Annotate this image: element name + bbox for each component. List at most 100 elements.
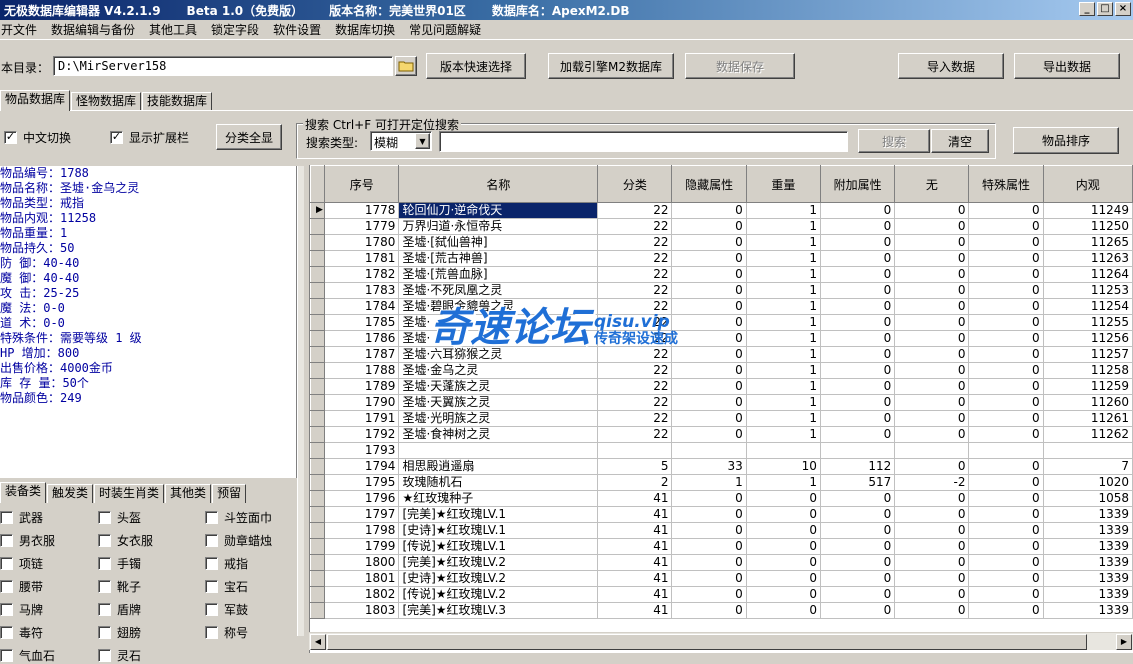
table-cell[interactable]: 0 <box>671 506 747 523</box>
table-cell[interactable]: 0 <box>671 378 747 395</box>
table-cell[interactable]: 1020 <box>1043 474 1133 491</box>
tab-trigger[interactable]: 触发类 <box>47 484 94 503</box>
table-row[interactable]: ▶ 1778 轮回仙刀·逆命伐天 22 0 1 0 0 0 11249 <box>310 202 1133 219</box>
table-cell[interactable]: 11264 <box>1043 266 1133 283</box>
table-row[interactable]: 1790 圣墟·天翼族之灵 22 0 1 0 0 0 11260 <box>310 394 1133 411</box>
table-cell[interactable]: 1793 <box>324 442 400 459</box>
table-cell[interactable]: 1 <box>746 314 821 331</box>
table-cell[interactable]: 0 <box>671 218 747 235</box>
category-all-button[interactable]: 分类全显 <box>216 124 282 150</box>
category-checkbox[interactable]: 项链 <box>0 555 43 572</box>
table-cell[interactable]: 1784 <box>324 298 400 315</box>
table-cell[interactable]: 0 <box>968 394 1044 411</box>
table-cell[interactable]: 0 <box>894 410 970 427</box>
table-cell[interactable]: 0 <box>746 490 821 507</box>
table-row[interactable]: 1792 圣墟·食神树之灵 22 0 1 0 0 0 11262 <box>310 426 1133 443</box>
table-cell[interactable]: 11257 <box>1043 346 1133 363</box>
table-cell[interactable]: 22 <box>597 346 673 363</box>
table-cell[interactable]: 22 <box>597 378 673 395</box>
table-row[interactable]: 1801 [史诗]★红玫瑰LV.2 41 0 0 0 0 0 1339 <box>310 570 1133 587</box>
table-cell[interactable]: 0 <box>820 426 896 443</box>
table-cell[interactable]: 0 <box>671 282 747 299</box>
table-row[interactable]: 1784 圣墟·碧眼金貔兽之灵 22 0 1 0 0 0 11254 <box>310 298 1133 315</box>
row-indicator[interactable] <box>310 314 325 331</box>
table-cell[interactable]: 0 <box>820 282 896 299</box>
category-checkbox[interactable]: 气血石 <box>0 647 55 664</box>
table-cell[interactable]: 1798 <box>324 522 400 539</box>
table-cell[interactable]: 0 <box>894 522 970 539</box>
table-cell[interactable]: 41 <box>597 570 673 587</box>
table-cell[interactable]: 0 <box>968 586 1044 603</box>
table-cell[interactable]: 0 <box>968 330 1044 347</box>
table-cell[interactable]: 0 <box>671 362 747 379</box>
quick-select-button[interactable]: 版本快速选择 <box>426 53 526 79</box>
menu-lock-fields[interactable]: 锁定字段 <box>210 21 266 38</box>
table-row[interactable]: 1803 [完美]★红玫瑰LV.3 41 0 0 0 0 0 1339 <box>310 602 1133 619</box>
row-indicator[interactable] <box>310 362 325 379</box>
table-row[interactable]: 1800 [完美]★红玫瑰LV.2 41 0 0 0 0 0 1339 <box>310 554 1133 571</box>
column-header[interactable]: 序号 <box>323 165 400 203</box>
menu-db-switch[interactable]: 数据库切换 <box>334 21 402 38</box>
table-cell[interactable]: 0 <box>820 554 896 571</box>
category-checkbox[interactable]: 军鼓 <box>205 601 248 618</box>
table-cell[interactable]: 圣墟·光明族之灵 <box>398 410 599 427</box>
table-cell[interactable]: 圣墟·食神树之灵 <box>398 426 599 443</box>
table-cell[interactable]: 1 <box>746 378 821 395</box>
table-cell[interactable]: 11255 <box>1043 314 1133 331</box>
table-row[interactable]: 1780 圣墟·[弑仙兽神] 22 0 1 0 0 0 11265 <box>310 234 1133 251</box>
table-row[interactable]: 1783 圣墟·不死凤凰之灵 22 0 1 0 0 0 11253 <box>310 282 1133 299</box>
table-row[interactable]: 1797 [完美]★红玫瑰LV.1 41 0 0 0 0 0 1339 <box>310 506 1133 523</box>
dir-input[interactable]: D:\MirServer158 <box>53 56 393 76</box>
table-cell[interactable]: 1787 <box>324 346 400 363</box>
table-cell[interactable]: 0 <box>820 346 896 363</box>
table-cell[interactable]: 1339 <box>1043 506 1133 523</box>
table-cell[interactable]: 圣墟·天翼族之灵 <box>398 394 599 411</box>
search-input[interactable] <box>439 131 848 152</box>
table-cell[interactable] <box>968 442 1044 459</box>
category-checkbox[interactable]: 武器 <box>0 509 43 526</box>
table-cell[interactable]: 1801 <box>324 570 400 587</box>
table-cell[interactable]: 0 <box>968 602 1044 619</box>
table-cell[interactable]: 0 <box>968 346 1044 363</box>
table-cell[interactable]: 0 <box>671 522 747 539</box>
scroll-left-icon[interactable]: ◀ <box>310 634 326 650</box>
table-row[interactable]: 1782 圣墟·[荒兽血脉] 22 0 1 0 0 0 11264 <box>310 266 1133 283</box>
table-cell[interactable]: 0 <box>894 218 970 235</box>
table-cell[interactable]: 11263 <box>1043 250 1133 267</box>
close-button[interactable]: × <box>1115 2 1131 16</box>
table-cell[interactable]: 1 <box>746 474 821 491</box>
export-data-button[interactable]: 导出数据 <box>1014 53 1120 79</box>
table-cell[interactable]: 22 <box>597 426 673 443</box>
table-cell[interactable]: 0 <box>968 378 1044 395</box>
table-row[interactable]: 1799 [传说]★红玫瑰LV.1 41 0 0 0 0 0 1339 <box>310 538 1133 555</box>
category-checkbox[interactable]: 称号 <box>205 624 248 641</box>
table-cell[interactable]: 0 <box>746 570 821 587</box>
row-indicator[interactable] <box>310 394 325 411</box>
table-cell[interactable]: 0 <box>671 250 747 267</box>
category-checkbox[interactable]: 马牌 <box>0 601 43 618</box>
table-cell[interactable]: 7 <box>1043 458 1133 475</box>
table-cell[interactable]: [传说]★红玫瑰LV.2 <box>398 586 599 603</box>
table-cell[interactable]: 0 <box>894 234 970 251</box>
table-cell[interactable]: 5 <box>597 458 673 475</box>
table-cell[interactable]: [史诗]★红玫瑰LV.1 <box>398 522 599 539</box>
table-cell[interactable]: 0 <box>820 314 896 331</box>
column-header[interactable]: 隐藏属性 <box>671 165 747 203</box>
category-checkbox[interactable]: 斗笠面巾 <box>205 509 272 526</box>
table-cell[interactable]: 22 <box>597 410 673 427</box>
table-cell[interactable]: 1781 <box>324 250 400 267</box>
table-cell[interactable]: 1791 <box>324 410 400 427</box>
table-cell[interactable]: 0 <box>820 410 896 427</box>
row-indicator[interactable] <box>310 570 325 587</box>
tab-skill-db[interactable]: 技能数据库 <box>142 92 213 111</box>
row-indicator[interactable] <box>310 442 325 459</box>
table-cell[interactable]: 11256 <box>1043 330 1133 347</box>
table-cell[interactable]: 1 <box>671 474 747 491</box>
table-row[interactable]: 1781 圣墟·[荒古神兽] 22 0 1 0 0 0 11263 <box>310 250 1133 267</box>
table-cell[interactable]: 0 <box>968 298 1044 315</box>
table-cell[interactable]: 0 <box>968 426 1044 443</box>
table-cell[interactable]: 0 <box>820 602 896 619</box>
column-header[interactable]: 内观 <box>1042 165 1133 203</box>
table-cell[interactable]: 0 <box>820 202 896 219</box>
table-cell[interactable]: 22 <box>597 362 673 379</box>
